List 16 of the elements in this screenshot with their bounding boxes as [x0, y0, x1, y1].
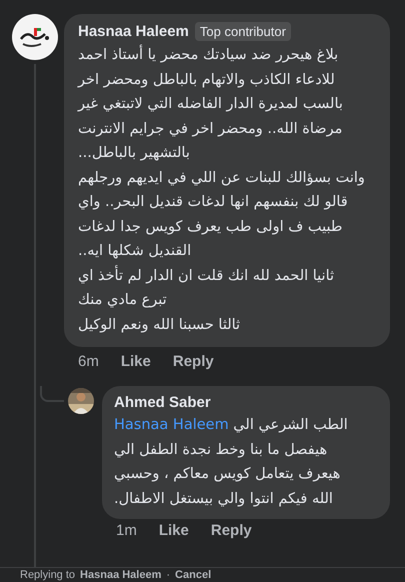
author-name[interactable]: Hasnaa Haleem [78, 23, 189, 40]
separator: · [166, 569, 170, 581]
reply-button[interactable]: Reply [210, 522, 252, 539]
replying-name: Hasnaa Haleem [80, 569, 162, 581]
contributor-badge: Top contributor [194, 22, 291, 41]
thread-connector [40, 386, 64, 402]
timestamp: 6m [78, 353, 99, 370]
reply-button[interactable]: Reply [172, 353, 214, 370]
replying-label: Replying to [20, 569, 76, 581]
like-button[interactable]: Like [158, 522, 189, 539]
cancel-button[interactable]: Cancel [175, 569, 212, 581]
comment-text: بلاغ هيحرر ضد سيادتك محضر يا أستاذ احمد للادعاء الكاذب والاتهام بالباطل ومحضر اخر بالسب لمديرة الدار الفاضله التي لاتبتغي غير مرضاة الله.. ومحضر اخر في جرايم الانترنت بالتشهير بالباطل... وانت بسؤالك للبنات عن اللي في ايديهم ورجلهم قالو لك بنفسهم انها لدغات قنديل البحر.. واي طبيب ف اولى طب يعرف كويس جدا لدغات القنديل شكلها ايه.. ثانيا الحمد لله انك قلت ان الدار لم تأخذ اي تبرع مادي منك ثالثا حسبنا الله ونعم الوكيل [78, 43, 378, 337]
mention-link[interactable]: Hasnaa Haleem [114, 417, 229, 433]
timestamp: 1m [116, 522, 137, 539]
author-name[interactable]: Ahmed Saber [114, 394, 378, 411]
like-button[interactable]: Like [120, 353, 151, 370]
